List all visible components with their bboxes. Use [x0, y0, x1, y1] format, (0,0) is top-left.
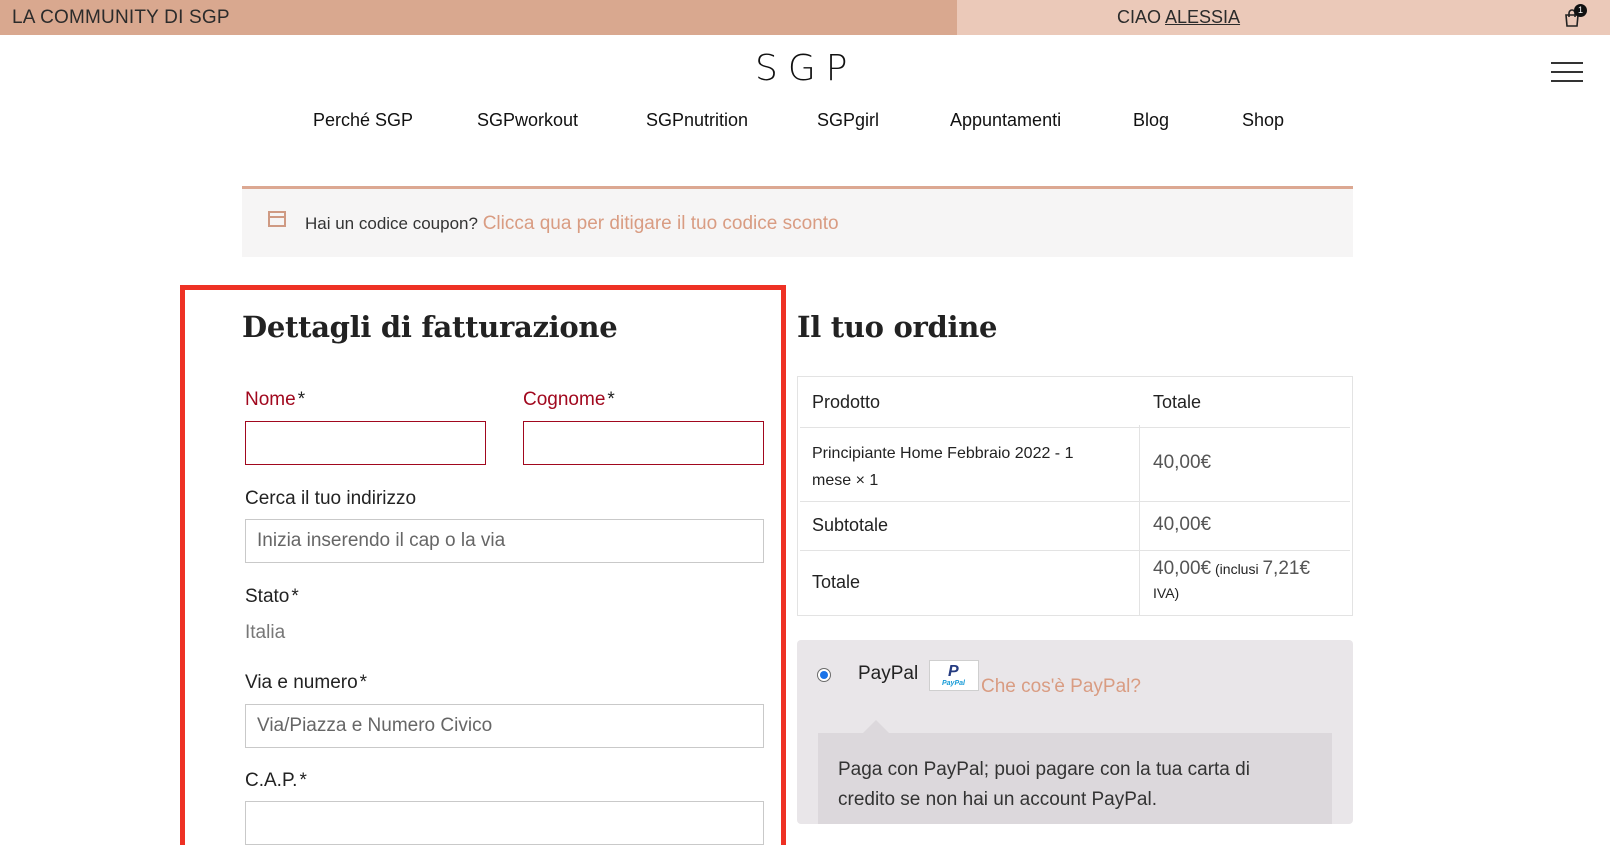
coupon-text: Hai un codice coupon? Clicca qua per dit…: [305, 213, 839, 235]
via-label: Via e numero *: [245, 672, 367, 694]
nav-item-appuntamenti[interactable]: Appuntamenti: [950, 110, 1061, 131]
required-mark: *: [297, 389, 306, 410]
subtotal-value: 40,00€: [1153, 514, 1212, 535]
description-pointer: [862, 720, 890, 734]
top-bar: LA COMMUNITY DI SGP CIAO ALESSIA 1: [0, 0, 1610, 35]
cap-input[interactable]: [245, 801, 764, 845]
stato-value: Italia: [245, 622, 286, 643]
hamburger-menu-icon[interactable]: [1551, 62, 1583, 82]
paypal-logo-icon: P PayPal: [929, 660, 979, 691]
paypal-description: Paga con PayPal; puoi pagare con la tua …: [818, 733, 1332, 824]
address-search-input[interactable]: [245, 519, 764, 563]
order-item-qty: × 1: [851, 472, 879, 489]
cognome-label: Cognome *: [523, 389, 615, 411]
main-nav: Perché SGP SGPworkout SGPnutrition SGPgi…: [0, 110, 1610, 140]
address-search-label: Cerca il tuo indirizzo: [245, 488, 417, 509]
tax-value: 7,21€: [1262, 558, 1311, 579]
stato-label-text: Stato: [245, 586, 290, 607]
user-greeting: CIAO ALESSIA: [1117, 7, 1240, 28]
nome-input[interactable]: [245, 421, 486, 465]
what-is-paypal-link[interactable]: Che cos'è PayPal?: [981, 676, 1141, 698]
order-item-name: Principiante Home Febbraio 2022 - 1 mese …: [812, 440, 1073, 494]
user-account-link[interactable]: ALESSIA: [1165, 7, 1240, 27]
via-input[interactable]: [245, 704, 764, 748]
tax-prefix: (inclusi: [1211, 561, 1263, 577]
total-label: Totale: [812, 572, 861, 592]
site-logo[interactable]: SGP: [755, 48, 857, 89]
row-divider: [800, 501, 1350, 502]
col-divider: [1139, 425, 1140, 615]
nav-item-sgpworkout[interactable]: SGPworkout: [477, 110, 578, 131]
top-bar-left: LA COMMUNITY DI SGP: [0, 0, 957, 35]
nav-item-blog[interactable]: Blog: [1133, 110, 1169, 131]
coupon-prompt: Hai un codice coupon?: [305, 214, 483, 233]
cognome-input[interactable]: [523, 421, 764, 465]
coupon-link[interactable]: Clicca qua per ditigare il tuo codice sc…: [483, 213, 839, 234]
top-bar-right: [957, 0, 1610, 35]
col-header-total: Totale: [1153, 392, 1202, 412]
nav-item-sgpgirl[interactable]: SGPgirl: [817, 110, 879, 131]
cap-label: C.A.P. *: [245, 770, 307, 792]
paypal-logo-text: PayPal: [942, 680, 965, 687]
nome-label-text: Nome: [245, 389, 296, 410]
nav-item-shop[interactable]: Shop: [1242, 110, 1284, 131]
order-table: Prodotto Totale Principiante Home Febbra…: [797, 376, 1353, 616]
community-link[interactable]: LA COMMUNITY DI SGP: [12, 7, 230, 29]
subtotal-label: Subtotale: [812, 515, 889, 535]
billing-title: Dettagli di fatturazione: [242, 310, 618, 344]
coupon-window-icon: [268, 211, 286, 227]
cart-count-badge: 1: [1574, 4, 1587, 17]
nav-item-sgpnutrition[interactable]: SGPnutrition: [646, 110, 748, 131]
required-mark: *: [607, 389, 615, 410]
required-mark: *: [359, 672, 368, 693]
total-value: 40,00€: [1153, 558, 1212, 579]
nav-item-perche-sgp[interactable]: Perché SGP: [313, 110, 413, 131]
billing-section-highlight: [180, 285, 786, 845]
total-value-block: 40,00€ (inclusi 7,21€ IVA): [1153, 557, 1310, 605]
nome-label: Nome *: [245, 389, 305, 411]
col-header-product: Prodotto: [812, 392, 881, 412]
coupon-notice: Hai un codice coupon? Clicca qua per dit…: [242, 186, 1353, 257]
paypal-method-label[interactable]: PayPal: [858, 663, 918, 685]
paypal-radio[interactable]: [817, 668, 831, 682]
stato-label: Stato *: [245, 586, 299, 608]
required-mark: *: [291, 586, 299, 607]
order-item-line2: mese: [812, 472, 852, 489]
row-divider: [800, 427, 1350, 428]
required-mark: *: [299, 770, 307, 791]
row-divider: [800, 550, 1350, 551]
cap-label-text: C.A.P.: [245, 770, 298, 791]
cognome-label-text: Cognome: [523, 389, 606, 410]
tax-suffix: IVA): [1153, 585, 1180, 601]
order-item-line1: Principiante Home Febbraio 2022 - 1: [812, 445, 1074, 462]
greeting-prefix: CIAO: [1117, 7, 1166, 27]
via-label-text: Via e numero: [245, 672, 358, 693]
order-item-price: 40,00€: [1153, 452, 1212, 473]
order-title: Il tuo ordine: [797, 310, 998, 344]
